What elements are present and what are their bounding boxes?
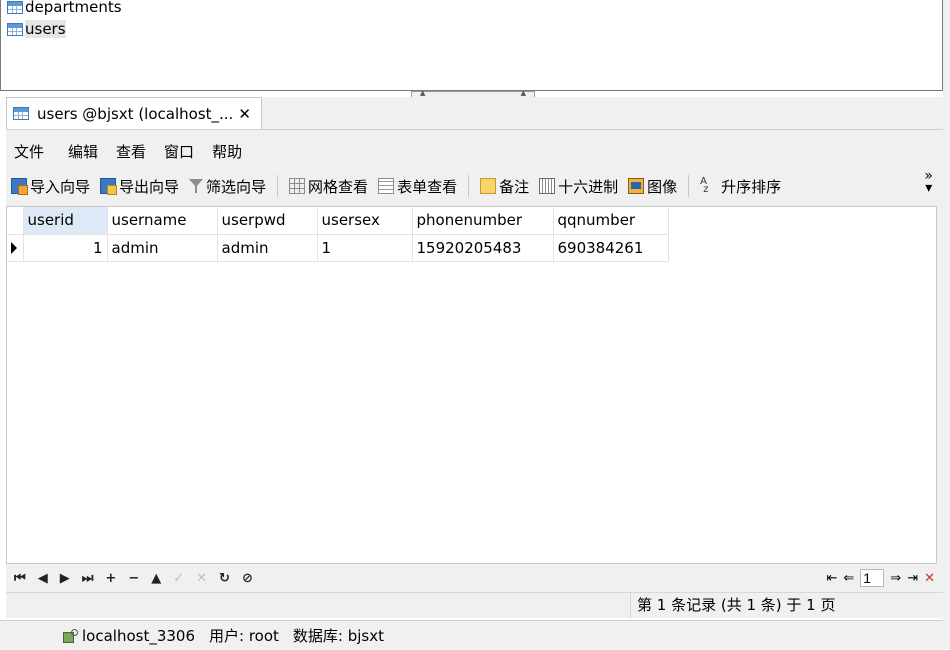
image-label: 图像: [647, 177, 678, 196]
edit-up-icon[interactable]: ▲: [151, 571, 161, 586]
cell-userid[interactable]: 1: [23, 234, 108, 262]
form-view-button[interactable]: 表单查看: [373, 172, 462, 200]
menu-view[interactable]: 查看: [107, 141, 155, 162]
memo-label: 备注: [499, 177, 530, 196]
previous-record-icon[interactable]: ◀: [38, 571, 48, 586]
hex-label: 十六进制: [558, 177, 619, 196]
discard-changes-icon[interactable]: ✕: [196, 571, 207, 586]
next-record-icon[interactable]: ▶: [60, 571, 70, 586]
splitter-up-icon: ▲: [420, 89, 426, 97]
grid-header-row: userid username userpwd usersex phonenum…: [7, 207, 669, 235]
delete-record-icon[interactable]: −: [128, 571, 139, 586]
export-wizard-button[interactable]: 导出向导: [95, 172, 184, 200]
record-info-bar: 第 1 条记录 (共 1 条) 于 1 页: [6, 592, 943, 618]
import-wizard-button[interactable]: 导入向导: [6, 172, 95, 200]
last-record-icon[interactable]: ⏭: [82, 571, 94, 586]
first-page-icon[interactable]: ⇤: [826, 571, 837, 586]
row-pointer-icon: [11, 242, 17, 254]
menu-window[interactable]: 窗口: [155, 141, 203, 162]
column-header-userid[interactable]: userid: [23, 207, 108, 235]
column-header-phonenumber[interactable]: phonenumber: [412, 207, 554, 235]
image-icon: [628, 178, 645, 194]
refresh-icon[interactable]: ↻: [219, 571, 230, 586]
connection-name: localhost_3306: [82, 626, 196, 645]
add-record-icon[interactable]: +: [105, 571, 116, 586]
sort-ascending-button[interactable]: A z 升序排序: [695, 172, 786, 200]
status-database: 数据库: bjsxt: [292, 627, 385, 645]
tab-users-table[interactable]: users @bjsxt (localhost_... ✕: [6, 97, 262, 129]
filter-icon: [189, 178, 204, 194]
menu-bar: 文件 编辑 查看 窗口 帮助: [6, 138, 251, 164]
data-grid[interactable]: userid username userpwd usersex phonenum…: [6, 206, 937, 564]
grid-icon: [289, 178, 306, 194]
connection-icon: [62, 628, 78, 644]
status-connection: localhost_3306 用户: root 数据库: bjsxt: [62, 621, 384, 650]
column-header-username[interactable]: username: [107, 207, 218, 235]
export-wizard-label: 导出向导: [119, 177, 180, 196]
toolbar-separator: [688, 175, 690, 197]
toolbar-separator: [468, 175, 470, 197]
status-bar: localhost_3306 用户: root 数据库: bjsxt: [0, 620, 943, 650]
table-row[interactable]: 1 admin admin 1 15920205483 690384261: [7, 234, 669, 262]
tab-title: users @bjsxt (localhost_...: [37, 104, 234, 123]
hex-icon: [539, 178, 556, 194]
column-header-usersex[interactable]: usersex: [317, 207, 413, 235]
chevron-down-icon: ▾: [925, 180, 933, 196]
cell-username[interactable]: admin: [107, 234, 218, 262]
last-page-icon[interactable]: ⇥: [907, 571, 918, 586]
menu-file[interactable]: 文件: [6, 141, 53, 162]
apply-changes-icon[interactable]: ✓: [173, 571, 184, 586]
cell-usersex[interactable]: 1: [317, 234, 413, 262]
current-row-indicator: [7, 234, 24, 262]
cell-phonenumber[interactable]: 15920205483: [412, 234, 554, 262]
image-button[interactable]: 图像: [623, 172, 682, 200]
memo-button[interactable]: 备注: [475, 172, 534, 200]
import-wizard-label: 导入向导: [30, 177, 91, 196]
grid-view-label: 网格查看: [308, 177, 369, 196]
next-page-icon[interactable]: ⇒: [890, 571, 901, 586]
menu-edit[interactable]: 编辑: [59, 141, 107, 162]
filter-wizard-button[interactable]: 筛选向导: [184, 172, 271, 200]
table-icon: [13, 107, 29, 120]
grid-view-button[interactable]: 网格查看: [284, 172, 373, 200]
page-number-input[interactable]: [860, 569, 885, 587]
cell-qqnumber[interactable]: 690384261: [553, 234, 669, 262]
previous-page-icon[interactable]: ⇐: [843, 571, 854, 586]
cell-userpwd[interactable]: admin: [217, 234, 318, 262]
toolbar-separator: [277, 175, 279, 197]
tree-item-users[interactable]: users: [7, 19, 66, 39]
menu-help[interactable]: 帮助: [203, 141, 251, 162]
sort-ascending-label: 升序排序: [721, 177, 782, 196]
stop-icon[interactable]: ⊘: [242, 571, 253, 586]
export-icon: [100, 178, 118, 195]
form-icon: [378, 178, 395, 194]
table-icon: [7, 22, 23, 36]
filter-wizard-label: 筛选向导: [206, 177, 267, 196]
record-navigation-bar: ⏮ ◀ ▶ ⏭ + − ▲ ✓ ✕ ↻ ⊘ ⇤ ⇐ ⇒ ⇥ ✕: [6, 566, 943, 590]
column-header-qqnumber[interactable]: qqnumber: [553, 207, 669, 235]
toolbar: 导入向导 导出向导 筛选向导 网格查看 表单查看 备注 十六进制 图像 A z …: [6, 169, 943, 202]
hex-button[interactable]: 十六进制: [534, 172, 623, 200]
tree-item-departments[interactable]: departments: [7, 0, 122, 17]
form-view-label: 表单查看: [397, 177, 458, 196]
first-record-icon[interactable]: ⏮: [14, 571, 26, 586]
object-tree-panel: departments users: [0, 0, 943, 91]
memo-icon: [480, 178, 497, 194]
page-navigation: ⇤ ⇐ ⇒ ⇥ ✕: [826, 566, 935, 590]
page-tools-icon[interactable]: ✕: [924, 571, 935, 586]
column-header-userpwd[interactable]: userpwd: [217, 207, 318, 235]
status-user: 用户: root: [209, 627, 279, 645]
sort-ascending-icon: A z: [700, 176, 709, 195]
table-icon: [7, 0, 23, 14]
tree-item-label: departments: [25, 0, 122, 16]
right-panel-edge: [943, 0, 950, 649]
record-count-text: 第 1 条记录 (共 1 条) 于 1 页: [630, 593, 835, 618]
toolbar-overflow-button[interactable]: » ▾: [924, 169, 933, 196]
close-tab-button[interactable]: ✕: [238, 105, 251, 123]
tree-item-label: users: [25, 20, 66, 38]
row-marker-header: [7, 207, 24, 235]
import-icon: [11, 178, 28, 195]
splitter-up-icon: ▲: [520, 89, 526, 97]
